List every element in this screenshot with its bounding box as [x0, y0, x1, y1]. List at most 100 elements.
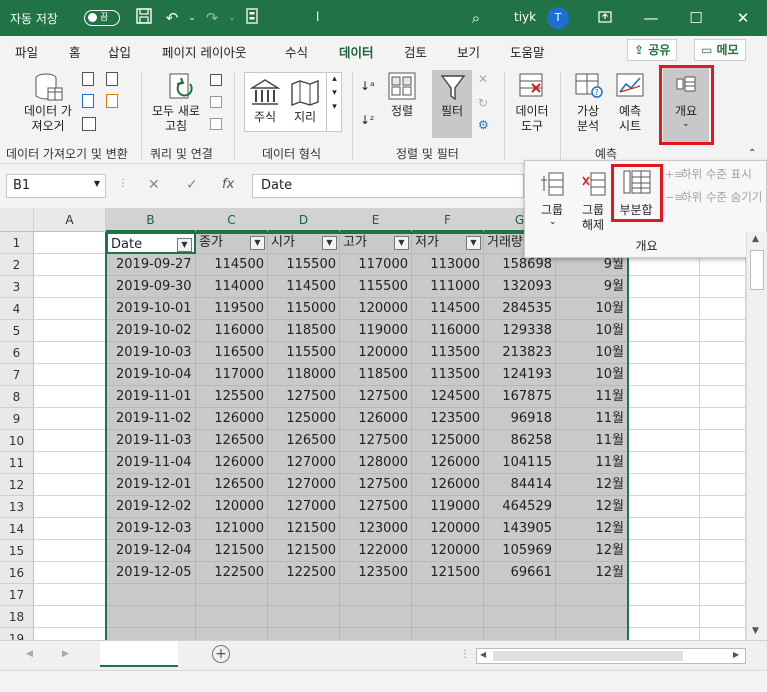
from-table-icon[interactable] [82, 117, 96, 131]
table-cell[interactable]: 119500 [196, 298, 268, 320]
table-cell[interactable]: 10월 [556, 364, 628, 386]
table-cell[interactable]: 86258 [484, 430, 556, 452]
column-header[interactable]: C [196, 208, 268, 232]
scroll-right-icon[interactable]: ▶ [733, 650, 739, 659]
table-cell[interactable]: 121500 [268, 540, 340, 562]
empty-cell[interactable] [628, 584, 700, 606]
table-cell[interactable]: 115000 [268, 298, 340, 320]
data-tools-button[interactable]: 데이터 도구 [510, 104, 554, 134]
empty-cell[interactable] [34, 342, 106, 364]
table-cell[interactable]: 167875 [484, 386, 556, 408]
table-cell[interactable]: 2019-12-03 [106, 518, 196, 540]
empty-cell[interactable] [34, 562, 106, 584]
row-header[interactable]: 8 [0, 386, 34, 408]
redo-icon[interactable]: ↷ [202, 8, 222, 28]
row-header[interactable]: 14 [0, 518, 34, 540]
table-cell[interactable]: 2019-12-04 [106, 540, 196, 562]
empty-cell[interactable] [34, 408, 106, 430]
row-header[interactable]: 16 [0, 562, 34, 584]
column-header[interactable]: F [412, 208, 484, 232]
empty-cell[interactable] [556, 606, 628, 628]
table-cell[interactable]: 2019-10-02 [106, 320, 196, 342]
empty-cell[interactable] [628, 474, 700, 496]
table-cell[interactable]: 11월 [556, 430, 628, 452]
ungroup-icon[interactable] [581, 171, 607, 197]
table-cell[interactable]: 118500 [340, 364, 412, 386]
autosave-toggle[interactable]: 끔 [84, 10, 120, 26]
filter-dropdown-icon[interactable]: ▼ [322, 236, 337, 250]
table-cell[interactable]: 121500 [196, 540, 268, 562]
empty-cell[interactable] [340, 606, 412, 628]
table-cell[interactable]: 120000 [196, 496, 268, 518]
scroll-down-icon[interactable]: ▼ [752, 626, 759, 636]
table-cell[interactable]: 125000 [412, 430, 484, 452]
table-cell[interactable]: 12월 [556, 474, 628, 496]
close-icon[interactable]: ✕ [733, 8, 753, 28]
from-text-icon[interactable] [82, 72, 94, 86]
table-cell[interactable]: 2019-11-03 [106, 430, 196, 452]
get-data-button[interactable]: 데이터 가 져오기 [18, 104, 78, 134]
empty-cell[interactable] [106, 628, 196, 640]
empty-cell[interactable] [700, 430, 746, 452]
table-cell[interactable]: 11월 [556, 452, 628, 474]
hide-detail-button[interactable]: 하위 수준 숨기기 [681, 190, 762, 205]
empty-cell[interactable] [628, 408, 700, 430]
empty-cell[interactable] [196, 584, 268, 606]
collapse-ribbon-icon[interactable]: ⌃ [748, 148, 756, 159]
tab-data[interactable]: 데이터 [339, 42, 374, 67]
row-header[interactable]: 13 [0, 496, 34, 518]
table-cell[interactable]: 124500 [412, 386, 484, 408]
enter-icon[interactable]: ✓ [186, 177, 198, 193]
table-cell[interactable]: 120000 [412, 540, 484, 562]
data-tools-icon[interactable] [518, 72, 546, 100]
table-cell[interactable]: 125000 [268, 408, 340, 430]
header-cell[interactable]: 고가 ▼ [340, 232, 412, 254]
table-cell[interactable]: 111000 [412, 276, 484, 298]
sort-icon[interactable] [388, 72, 416, 102]
prev-sheet-icon[interactable]: ◀ [26, 649, 33, 659]
column-header[interactable]: A [34, 208, 106, 232]
table-cell[interactable]: 126500 [268, 430, 340, 452]
redo-dropdown-icon[interactable]: ⌄ [222, 8, 242, 28]
table-cell[interactable]: 127500 [340, 496, 412, 518]
empty-cell[interactable] [628, 386, 700, 408]
table-cell[interactable]: 114500 [196, 254, 268, 276]
row-header[interactable]: 18 [0, 606, 34, 628]
table-cell[interactable]: 105969 [484, 540, 556, 562]
table-cell[interactable]: 120000 [412, 518, 484, 540]
tab-help[interactable]: 도움말 [510, 42, 545, 61]
empty-cell[interactable] [34, 320, 106, 342]
table-cell[interactable]: 2019-11-01 [106, 386, 196, 408]
table-cell[interactable]: 122000 [340, 540, 412, 562]
empty-cell[interactable] [34, 276, 106, 298]
column-header[interactable]: D [268, 208, 340, 232]
table-cell[interactable]: 2019-12-02 [106, 496, 196, 518]
empty-cell[interactable] [700, 386, 746, 408]
empty-cell[interactable] [700, 606, 746, 628]
scroll-up-icon[interactable]: ▲ [752, 234, 759, 244]
search-icon[interactable]: ⌕ [466, 8, 486, 28]
table-cell[interactable]: 69661 [484, 562, 556, 584]
recent-sources-icon[interactable] [106, 72, 118, 86]
table-cell[interactable]: 119000 [412, 496, 484, 518]
empty-cell[interactable] [700, 276, 746, 298]
tab-home[interactable]: 홈 [69, 42, 81, 61]
cancel-icon[interactable]: ✕ [148, 177, 160, 193]
table-cell[interactable]: 126500 [196, 430, 268, 452]
horizontal-scrollbar[interactable]: ◀ ▶ [476, 648, 746, 664]
empty-cell[interactable] [34, 430, 106, 452]
empty-cell[interactable] [34, 298, 106, 320]
empty-cell[interactable] [700, 452, 746, 474]
ribbon-display-icon[interactable] [595, 8, 615, 28]
column-header[interactable]: E [340, 208, 412, 232]
table-cell[interactable]: 2019-12-05 [106, 562, 196, 584]
empty-cell[interactable] [700, 584, 746, 606]
empty-cell[interactable] [700, 628, 746, 640]
sort-az-icon[interactable]: ↓ᵃ [360, 80, 375, 92]
table-cell[interactable]: 122500 [196, 562, 268, 584]
maximize-icon[interactable]: ☐ [686, 8, 706, 28]
table-cell[interactable]: 132093 [484, 276, 556, 298]
empty-cell[interactable] [34, 540, 106, 562]
spreadsheet-grid[interactable]: ABCDEFG1Date▼종가▼시가▼고가▼저가▼거래량▼22019-09-27… [0, 208, 746, 640]
empty-cell[interactable] [484, 606, 556, 628]
